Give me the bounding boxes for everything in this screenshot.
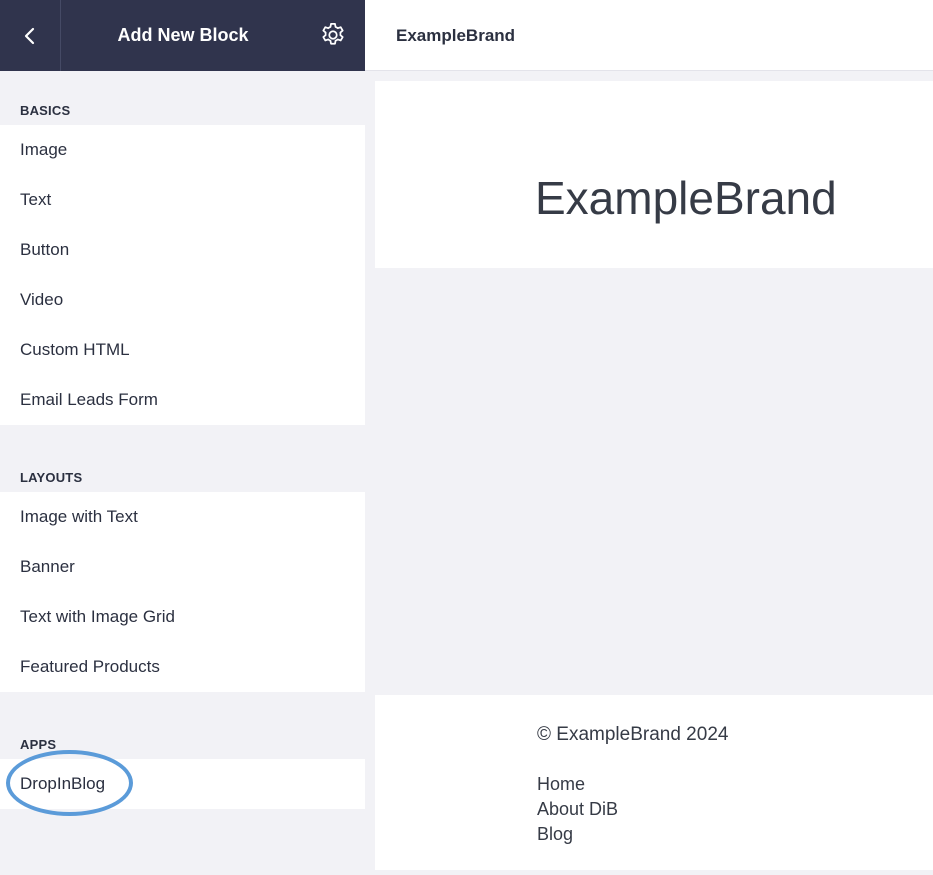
footer-links: Home About DiB Blog	[537, 772, 618, 847]
footer-link-blog[interactable]: Blog	[537, 822, 618, 847]
footer-copyright: © ExampleBrand 2024	[537, 724, 729, 745]
block-item-button[interactable]: Button	[0, 225, 365, 275]
block-item-featured-products[interactable]: Featured Products	[0, 642, 365, 692]
preview-footer-block[interactable]: © ExampleBrand 2024 Home About DiB Blog	[375, 695, 933, 870]
block-item-image-with-text[interactable]: Image with Text	[0, 492, 365, 542]
topbar-brand-name: ExampleBrand	[396, 26, 516, 45]
gear-icon	[322, 23, 344, 45]
block-item-image[interactable]: Image	[0, 125, 365, 175]
section-label-layouts: LAYOUTS	[20, 470, 83, 485]
settings-button[interactable]	[319, 21, 347, 49]
block-item-text-with-image-grid[interactable]: Text with Image Grid	[0, 592, 365, 642]
sidebar-title: Add New Block	[117, 25, 249, 45]
footer-link-home[interactable]: Home	[537, 772, 618, 797]
block-item-custom-html[interactable]: Custom HTML	[0, 325, 365, 375]
block-item-video[interactable]: Video	[0, 275, 365, 325]
apps-block-list: DropInBlog	[0, 759, 365, 809]
block-item-dropinblog[interactable]: DropInBlog	[0, 759, 365, 809]
sidebar-header: Add New Block	[0, 0, 365, 71]
back-button[interactable]	[0, 0, 61, 71]
basics-block-list: Image Text Button Video Custom HTML Emai…	[0, 125, 365, 425]
footer-link-about[interactable]: About DiB	[537, 797, 618, 822]
block-item-text[interactable]: Text	[0, 175, 365, 225]
chevron-left-icon	[24, 27, 35, 44]
layouts-block-list: Image with Text Banner Text with Image G…	[0, 492, 365, 692]
section-label-basics: BASICS	[20, 103, 71, 118]
add-block-sidebar: Add New Block BASICS Image Text Button V…	[0, 0, 365, 875]
section-label-apps: APPS	[20, 737, 57, 752]
block-item-email-leads-form[interactable]: Email Leads Form	[0, 375, 365, 425]
preview-logo-text: ExampleBrand	[535, 172, 837, 224]
preview-header-block[interactable]: ExampleBrand	[375, 81, 933, 268]
block-item-banner[interactable]: Banner	[0, 542, 365, 592]
preview-topbar: ExampleBrand	[365, 0, 933, 71]
